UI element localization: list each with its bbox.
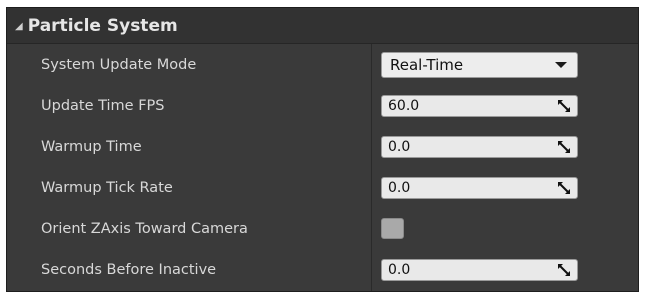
dropdown-arrow-icon (555, 61, 567, 68)
property-row-orient-zaxis-toward-camera: Orient ZAxis Toward Camera (7, 208, 638, 249)
field-value: 0.0 (388, 179, 411, 196)
property-label: Seconds Before Inactive (41, 261, 217, 278)
seconds-before-inactive-input[interactable]: 0.0 (381, 258, 578, 281)
field-value: 0.0 (388, 138, 411, 155)
section-header-particle-system[interactable]: ◢ Particle System (7, 8, 638, 44)
warmup-tick-rate-input[interactable]: 0.0 (381, 176, 578, 199)
property-label: Warmup Tick Rate (41, 179, 173, 196)
property-label: Update Time FPS (41, 97, 165, 114)
drag-spin-icon[interactable] (558, 181, 570, 194)
update-time-fps-input[interactable]: 60.0 (381, 94, 578, 117)
property-row-system-update-mode: System Update Mode Real-Time (7, 44, 638, 85)
section-title: Particle System (27, 15, 178, 36)
property-row-seconds-before-inactive: Seconds Before Inactive 0.0 (7, 249, 638, 290)
drag-spin-icon[interactable] (558, 263, 570, 276)
property-label: Orient ZAxis Toward Camera (41, 220, 248, 237)
drag-spin-icon[interactable] (558, 140, 570, 153)
drag-spin-icon[interactable] (558, 99, 570, 112)
warmup-time-input[interactable]: 0.0 (381, 135, 578, 158)
property-label: Warmup Time (41, 138, 142, 155)
details-panel: ◢ Particle System System Update Mode Rea… (6, 7, 639, 292)
property-label: System Update Mode (41, 56, 197, 73)
dropdown-value: Real-Time (390, 55, 464, 74)
property-row-warmup-tick-rate: Warmup Tick Rate 0.0 (7, 167, 638, 208)
system-update-mode-dropdown[interactable]: Real-Time (381, 51, 578, 78)
triangle-down-icon: ◢ (15, 21, 23, 32)
property-row-warmup-time: Warmup Time 0.0 (7, 126, 638, 167)
property-row-update-time-fps: Update Time FPS 60.0 (7, 85, 638, 126)
field-value: 0.0 (388, 261, 411, 278)
field-value: 60.0 (388, 97, 420, 114)
orient-zaxis-toward-camera-checkbox[interactable] (381, 218, 404, 239)
property-list: System Update Mode Real-Time Update Time… (7, 44, 638, 291)
